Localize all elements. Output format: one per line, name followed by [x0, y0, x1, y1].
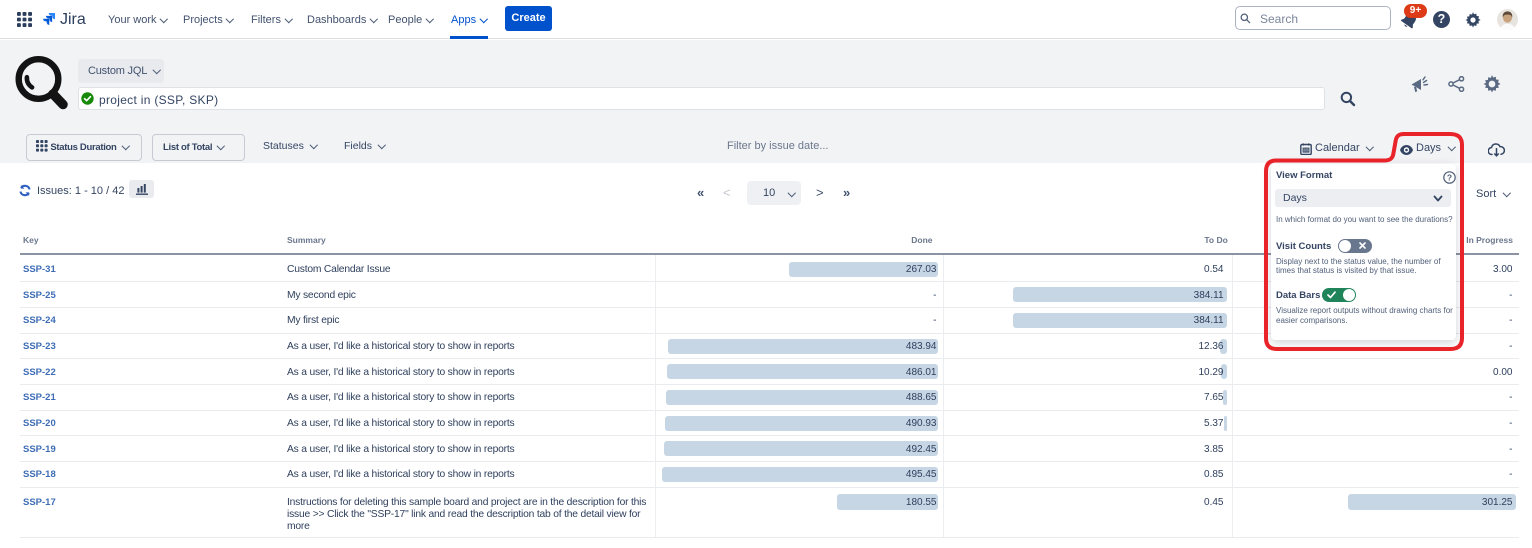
svg-text:?: ? [1447, 172, 1452, 182]
